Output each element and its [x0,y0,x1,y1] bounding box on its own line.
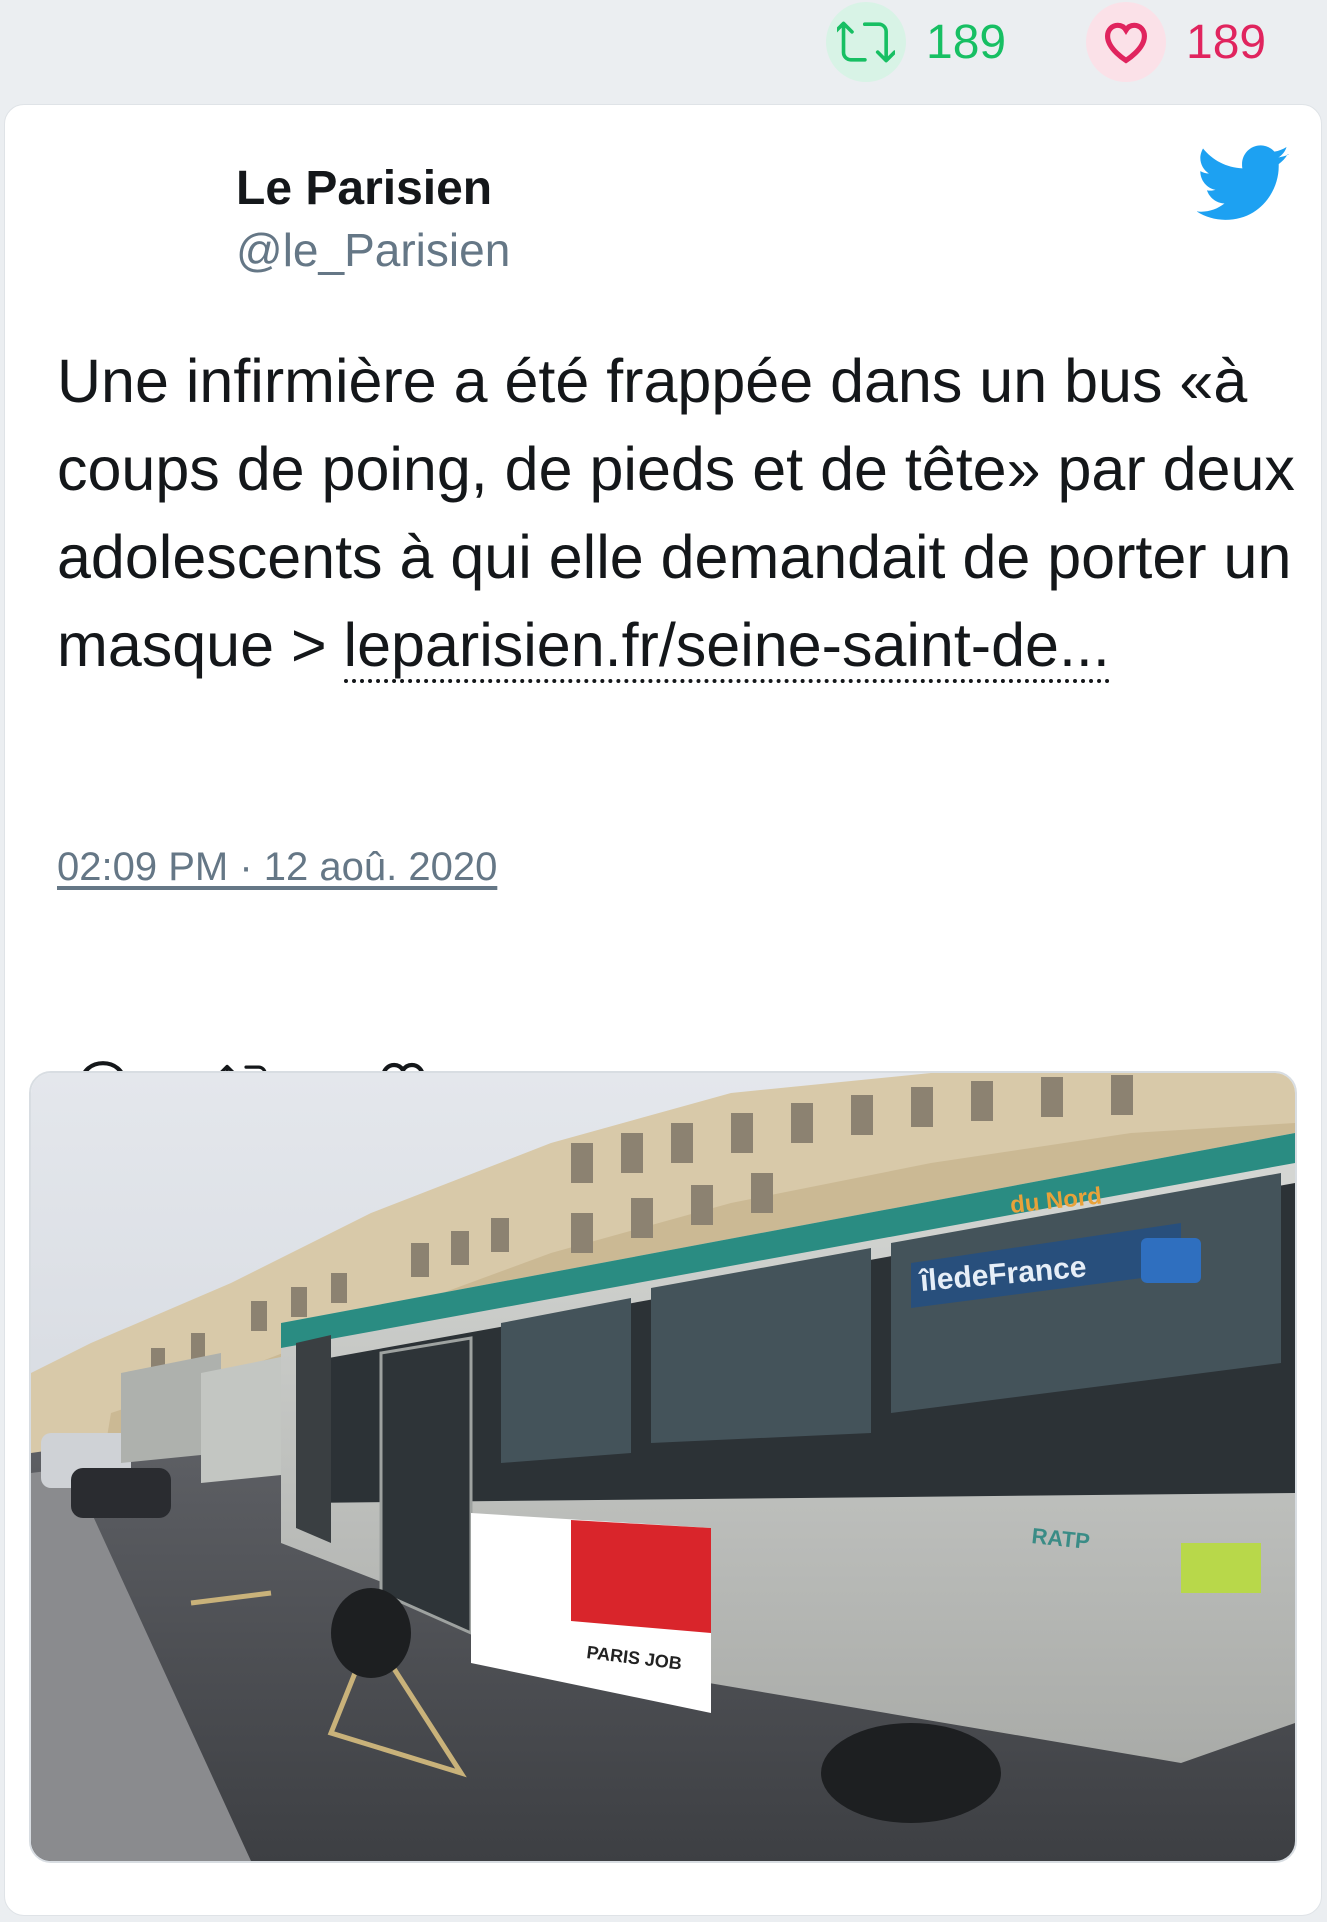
tweet-photo[interactable]: du Nord îledeFrance RATP PARIS JOB [29,1071,1297,1863]
tweet-card: Le Parisien @le_Parisien Une infirmière … [4,104,1322,1916]
retweet-count-value: 189 [926,15,1007,69]
author-name[interactable]: Le Parisien [236,161,492,216]
twitter-bird-icon[interactable] [1197,145,1291,223]
tweet-text: Une infirmière a été frappée dans un bus… [57,337,1297,689]
tweet-timestamp[interactable]: 02:09 PM · 12 aoû. 2020 [57,845,497,890]
bus-photo-illustration: du Nord îledeFrance RATP PARIS JOB [31,1073,1295,1861]
heart-icon [1086,2,1166,82]
retweet-icon [826,2,906,82]
like-count-value: 189 [1186,15,1267,69]
author-handle[interactable]: @le_Parisien [236,223,510,277]
retweet-count[interactable]: 189 [826,2,1006,82]
tweet-stats-bar: 189 189 [0,0,1327,100]
tweet-link[interactable]: leparisien.fr/seine-saint-de... [343,611,1110,683]
like-count[interactable]: 189 [1086,2,1266,82]
